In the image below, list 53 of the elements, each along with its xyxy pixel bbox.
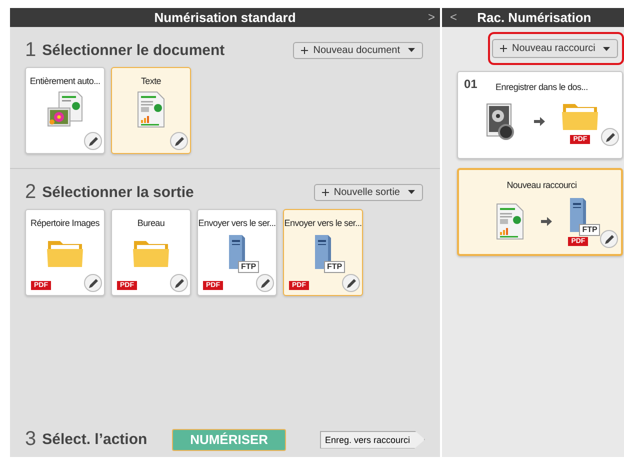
card-label: Répertoire Images (30, 218, 100, 229)
edit-button[interactable] (84, 274, 102, 292)
option-card[interactable]: Texte (111, 67, 191, 154)
section-title: Sélect. l’action (42, 431, 148, 448)
pencil-icon (604, 132, 616, 142)
back-button[interactable]: < (450, 10, 458, 24)
dropdown-button[interactable]: Nouvelle sortie (314, 184, 423, 200)
card-label: Entièrement auto... (30, 76, 100, 87)
ftp-label: FTP (324, 260, 346, 272)
step-number: 1 (25, 38, 36, 62)
pencil-icon (88, 136, 98, 146)
plus-icon (500, 45, 507, 52)
pencil-icon (88, 278, 98, 288)
pencil-icon (174, 136, 184, 146)
shortcut-number: 01 (464, 77, 478, 91)
edit-button[interactable] (170, 274, 188, 292)
dropdown-button[interactable]: Nouveau raccourci (492, 39, 618, 58)
text-document-icon (495, 202, 526, 240)
plus-icon (301, 46, 308, 54)
ftp-label: FTP (579, 224, 600, 236)
step-number: 3 (25, 428, 36, 451)
caret-icon (408, 48, 415, 52)
option-card[interactable]: Entièrement auto... (25, 67, 105, 154)
edit-button[interactable] (601, 128, 620, 146)
edit-button[interactable] (256, 274, 274, 292)
section-title: Sélectionner le document (42, 42, 226, 58)
caret-icon (603, 46, 610, 50)
collapse-button[interactable]: > (428, 10, 435, 24)
shortcut-label: Nouveau raccourci (506, 180, 577, 190)
panel-title: Rac. Numérisation (477, 10, 592, 25)
shortcut-label: Enregistrer dans le dos... (496, 82, 588, 92)
plus-icon (322, 188, 329, 196)
pencil-icon (604, 234, 615, 244)
step-number: 2 (25, 180, 36, 204)
document-photo-icon (45, 90, 85, 130)
card-label: Bureau (137, 218, 165, 229)
ftp-label: FTP (238, 260, 260, 272)
card-label: Envoyer vers le ser... (198, 218, 276, 229)
edit-button[interactable] (170, 132, 188, 150)
edit-button[interactable] (84, 132, 102, 150)
section-title: Sélectionner la sortie (42, 184, 195, 200)
pencil-icon (260, 278, 270, 288)
edit-button[interactable] (342, 274, 360, 292)
card-label: Texte (140, 76, 161, 87)
save-shortcut-button[interactable]: Enreg. vers raccourci (320, 430, 425, 448)
pencil-icon (346, 278, 356, 288)
text-document-icon (136, 90, 166, 128)
panel-title: Numérisation standard (154, 10, 296, 25)
pencil-icon (174, 278, 184, 288)
edit-button[interactable] (600, 230, 618, 248)
dropdown-button[interactable]: Nouveau document (293, 42, 423, 58)
caret-icon (408, 190, 415, 194)
card-label: Envoyer vers le ser... (284, 218, 362, 229)
